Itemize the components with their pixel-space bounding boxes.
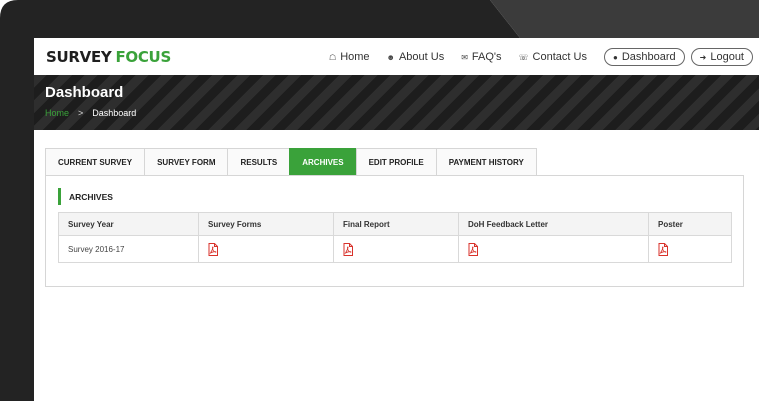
page-title: Dashboard: [45, 84, 124, 101]
nav-home[interactable]: ☖ Home: [329, 51, 370, 63]
pdf-icon[interactable]: [343, 242, 353, 256]
user-icon: ●: [612, 52, 618, 62]
tab-edit-profile[interactable]: EDIT PROFILE: [355, 148, 437, 175]
breadcrumb-home-link[interactable]: Home: [45, 108, 69, 118]
dashboard-tabs: CURRENT SURVEY SURVEY FORM RESULTS ARCHI…: [45, 148, 537, 175]
survey-forms-cell: [198, 235, 334, 263]
tab-survey-form[interactable]: SURVEY FORM: [144, 148, 229, 175]
column-header: Poster: [648, 212, 732, 236]
archives-panel: ARCHIVES Survey Year Survey Forms Final …: [45, 175, 744, 287]
column-header: Final Report: [333, 212, 459, 236]
column-header: DoH Feedback Letter: [458, 212, 649, 236]
dashboard-button[interactable]: ● Dashboard: [603, 48, 685, 66]
survey-year-cell: Survey 2016-17: [58, 235, 199, 263]
column-header: Survey Year: [58, 212, 199, 236]
survey-focus-logo[interactable]: SURVEY FOCUS: [46, 48, 171, 66]
nav-about-us[interactable]: ☻ About Us: [387, 51, 445, 63]
phone-icon: ☏: [518, 52, 529, 62]
pdf-icon[interactable]: [208, 242, 218, 256]
poster-cell: [648, 235, 732, 263]
nav-faqs[interactable]: ✉ FAQ's: [461, 51, 501, 63]
screen: SURVEY FOCUS ☖ Home ☻ About Us ✉ FAQ's ☏…: [34, 38, 759, 401]
breadcrumb-current: Dashboard: [92, 108, 137, 118]
breadcrumb-separator: >: [78, 108, 84, 118]
page-banner: Dashboard Home > Dashboard: [34, 75, 759, 130]
section-title: ARCHIVES: [58, 188, 113, 205]
final-report-cell: [333, 235, 459, 263]
tab-current-survey[interactable]: CURRENT SURVEY: [45, 148, 146, 175]
comments-icon: ✉: [461, 52, 468, 62]
doh-feedback-letter-cell: [458, 235, 649, 263]
archives-table: Survey Year Survey Forms Final Report Do…: [58, 212, 732, 263]
pdf-icon[interactable]: [658, 242, 668, 256]
logout-button[interactable]: ➜ Logout: [690, 48, 753, 66]
site-header: SURVEY FOCUS ☖ Home ☻ About Us ✉ FAQ's ☏…: [34, 38, 759, 75]
table-header-row: Survey Year Survey Forms Final Report Do…: [58, 212, 732, 236]
column-header: Survey Forms: [198, 212, 334, 236]
pdf-icon[interactable]: [468, 242, 478, 256]
sign-out-icon: ➜: [699, 52, 707, 62]
table-row: Survey 2016-17: [58, 235, 732, 263]
tab-payment-history[interactable]: PAYMENT HISTORY: [435, 148, 537, 175]
nav-contact-us[interactable]: ☏ Contact Us: [519, 51, 587, 63]
breadcrumb: Home > Dashboard: [45, 108, 136, 118]
users-icon: ☻: [386, 52, 395, 62]
main-nav: ☖ Home ☻ About Us ✉ FAQ's ☏ Contact Us ●…: [329, 48, 759, 66]
tab-archives[interactable]: ARCHIVES: [289, 148, 357, 175]
tab-results[interactable]: RESULTS: [227, 148, 291, 175]
home-icon: ☖: [329, 52, 337, 62]
